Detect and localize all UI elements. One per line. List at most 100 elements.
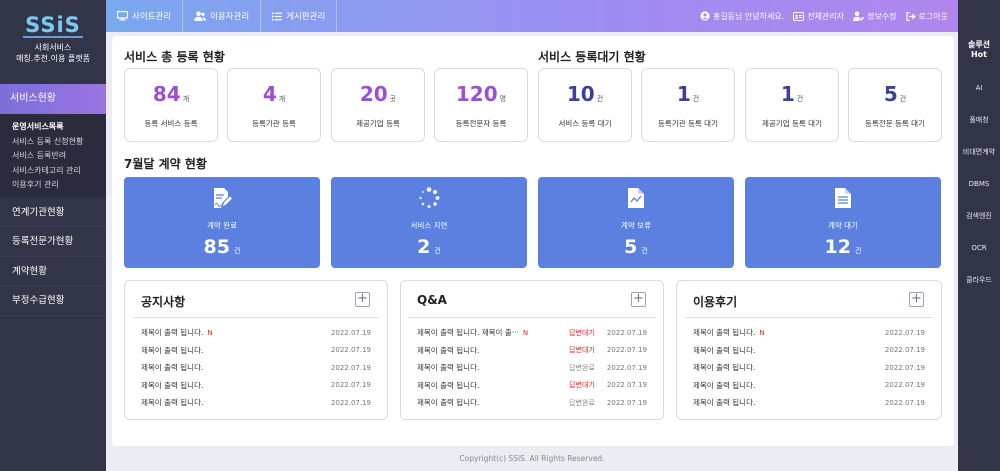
edit-profile-link[interactable]: 정보수정 xyxy=(853,11,897,22)
sidebar-item-service-status[interactable]: 서비스현황 xyxy=(0,84,106,114)
post-title: 제목이 출력 됩니다. xyxy=(417,398,480,408)
nav-board-management[interactable]: 게시판관리 xyxy=(261,0,338,32)
text-document-icon xyxy=(835,188,851,208)
list-item[interactable]: 제목이 출력 됩니다. 2022.07.19 xyxy=(141,359,371,377)
admin-badge[interactable]: 전체관리자 xyxy=(793,11,844,22)
solution-item-search-engine[interactable]: 검색엔진 xyxy=(958,200,1000,232)
qna-board: Q&A + 제목이 출력 됩니다. 제목이 출··· N 답변대기 2022.07.1… xyxy=(400,280,664,420)
contract-card-delayed[interactable]: 서비스 지연 2건 xyxy=(331,177,527,268)
stat-unit: 개 xyxy=(278,95,286,103)
stat-card-agencies[interactable]: 4개 등록기관 등록 xyxy=(227,68,321,142)
submenu-item-review-management[interactable]: 이용후기 관리 xyxy=(0,178,106,193)
post-title: 제목이 출력 됩니다. xyxy=(693,398,756,408)
qna-add-button[interactable]: + xyxy=(631,292,646,307)
post-title: 제목이 출력 됩니다. xyxy=(141,398,204,408)
sidebar-item-fraud[interactable]: 부정수급현황 xyxy=(0,286,106,316)
stat-card-experts[interactable]: 120 명 등록전문자 등록 xyxy=(434,68,528,142)
submenu-item-operating-services[interactable]: 운영서비스목록 xyxy=(0,120,106,135)
post-title: 제목이 출력 됩니다. 제목이 출··· xyxy=(417,328,519,338)
contract-value: 12 건 xyxy=(745,236,941,258)
user-greeting-text: 홍길동님 안녕하세요. xyxy=(712,11,785,21)
stat-label: 등록기관 등록 xyxy=(252,119,296,128)
answer-status: 답변완료 xyxy=(569,398,595,407)
post-date: 2022.07.19 xyxy=(884,363,925,372)
submenu-item-registration-rejected[interactable]: 서비스 등록반려 xyxy=(0,149,106,164)
list-item[interactable]: 제목이 출력 됩니다. 2022.07.19 xyxy=(693,377,925,395)
contract-label: 계약 보류 xyxy=(621,221,651,230)
signed-document-icon xyxy=(214,188,232,208)
notice-add-button[interactable]: + xyxy=(355,292,370,307)
stat-card-pending-providers[interactable]: 1건 제공기업 등록 대기 xyxy=(745,68,839,142)
stat-card-pending-experts[interactable]: 5건 등록전문 등록 대기 xyxy=(848,68,942,142)
solution-item-cloud[interactable]: 클라우드 xyxy=(958,264,1000,296)
chart-document-icon xyxy=(628,188,644,208)
sidebar-item-experts[interactable]: 등록전문가현황 xyxy=(0,227,106,257)
stat-value: 1건 xyxy=(746,81,838,107)
post-title: 제목이 출력 됩니다. xyxy=(417,363,480,373)
logo[interactable]: SSiS 사회서비스 매칭.추천.이용 플랫폼 xyxy=(0,0,106,82)
list-item[interactable]: 제목이 출력 됩니다. 답변완료 2022.07.19 xyxy=(417,394,647,412)
list-item[interactable]: 제목이 출력 됩니다. 2022.07.19 xyxy=(693,342,925,360)
list-item[interactable]: 제목이 출력 됩니다. 제목이 출··· N 답변대기 2022.07.19 xyxy=(417,324,647,342)
stat-label: 등록전문자 등록 xyxy=(455,119,507,128)
post-title: 제목이 출력 됩니다. xyxy=(417,345,480,355)
list-item[interactable]: 제목이 출력 됩니다. N 2022.07.19 xyxy=(693,324,925,342)
list-item[interactable]: 제목이 출력 됩니다. 답변완료 2022.07.19 xyxy=(417,359,647,377)
stat-number: 4 xyxy=(262,82,277,106)
logo-mark: SSiS xyxy=(23,13,83,38)
stat-card-providers[interactable]: 20 곳 제공기업 등록 xyxy=(331,68,425,142)
solution-hot-title-line2: Hot xyxy=(970,50,987,59)
stat-unit: 건 xyxy=(692,95,700,103)
nav-user-management[interactable]: 이용자관리 xyxy=(183,0,262,32)
stat-card-pending-agencies[interactable]: 1건 등록기관 등록 대기 xyxy=(641,68,735,142)
submenu-item-registration-requests[interactable]: 서비스 등록 신청현황 xyxy=(0,135,106,150)
logo-line2: 매칭.추천.이용 플랫폼 xyxy=(16,54,90,63)
post-title: 제목이 출력 됩니다. xyxy=(141,363,204,373)
stat-value: 1건 xyxy=(642,81,734,107)
main-content: 서비스 총 등록 현황 서비스 등록대기 현황 84 개 등록 서비스 등록 4개… xyxy=(112,36,954,446)
stat-number: 1 xyxy=(780,82,795,106)
list-item[interactable]: 제목이 출력 됩니다. 2022.07.19 xyxy=(693,359,925,377)
solution-item-full-matching[interactable]: 풀매칭 xyxy=(958,104,1000,136)
sidebar-item-linked-agencies[interactable]: 연계기관현황 xyxy=(0,198,106,227)
post-date: 2022.07.19 xyxy=(330,346,371,355)
stat-card-pending-services[interactable]: 10 건 서비스 등록 대기 xyxy=(538,68,632,142)
list-item[interactable]: 제목이 출력 됩니다. N 2022.07.19 xyxy=(141,324,371,342)
stat-number: 20 xyxy=(359,82,388,106)
stat-label: 제공기업 등록 xyxy=(356,119,400,128)
list-item[interactable]: 제목이 출력 됩니다. 2022.07.19 xyxy=(141,394,371,412)
contract-unit: 건 xyxy=(641,247,648,255)
review-add-button[interactable]: + xyxy=(909,292,924,307)
list-item[interactable]: 제목이 출력 됩니다. 2022.07.19 xyxy=(141,342,371,360)
nav-site-management[interactable]: 사이트관리 xyxy=(106,0,184,32)
solution-item-dbms[interactable]: DBMS xyxy=(958,168,1000,200)
stat-unit: 명 xyxy=(499,95,507,103)
post-title: 제목이 출력 됩니다. xyxy=(693,380,756,390)
id-card-icon xyxy=(793,11,805,21)
list-item[interactable]: 제목이 출력 됩니다. 2022.07.19 xyxy=(693,394,925,412)
post-date: 2022.07.19 xyxy=(330,381,371,390)
stat-number: 120 xyxy=(455,82,498,106)
submenu-item-category-management[interactable]: 서비스카테고리 관리 xyxy=(0,164,106,179)
logo-line1: 사회서비스 xyxy=(34,43,72,52)
notice-board: 공지사항 + 제목이 출력 됩니다. N 2022.07.19 제목이 출력 됩니다… xyxy=(124,280,388,420)
sidebar-item-contracts[interactable]: 계약현황 xyxy=(0,257,106,286)
solution-item-ai[interactable]: AI xyxy=(958,72,1000,104)
new-badge: N xyxy=(522,328,529,337)
post-date: 2022.07.19 xyxy=(606,363,647,372)
solution-item-contactless-contract[interactable]: 비대면계약 xyxy=(958,136,1000,168)
list-item[interactable]: 제목이 출력 됩니다. 답변대기 2022.07.19 xyxy=(417,377,647,395)
contract-unit: 건 xyxy=(855,247,862,255)
post-date: 2022.07.19 xyxy=(884,398,925,407)
stat-card-services[interactable]: 84 개 등록 서비스 등록 xyxy=(124,68,218,142)
solution-item-ocr[interactable]: OCR xyxy=(958,232,1000,264)
contract-card-completed[interactable]: 계약 완료 85 건 xyxy=(124,177,320,268)
stat-unit: 건 xyxy=(796,95,804,103)
contract-card-waiting[interactable]: 계약 대기 12 건 xyxy=(745,177,941,268)
contract-card-on-hold[interactable]: 계약 보류 5건 xyxy=(538,177,734,268)
logout-link[interactable]: 로그아웃 xyxy=(905,11,948,22)
list-item[interactable]: 제목이 출력 됩니다. 2022.07.19 xyxy=(141,377,371,395)
list-item[interactable]: 제목이 출력 됩니다. 답변대기 2022.07.19 xyxy=(417,342,647,360)
stat-label: 서비스 등록 대기 xyxy=(558,119,612,128)
solution-hot-title-line1: 솔루션 xyxy=(967,40,991,49)
